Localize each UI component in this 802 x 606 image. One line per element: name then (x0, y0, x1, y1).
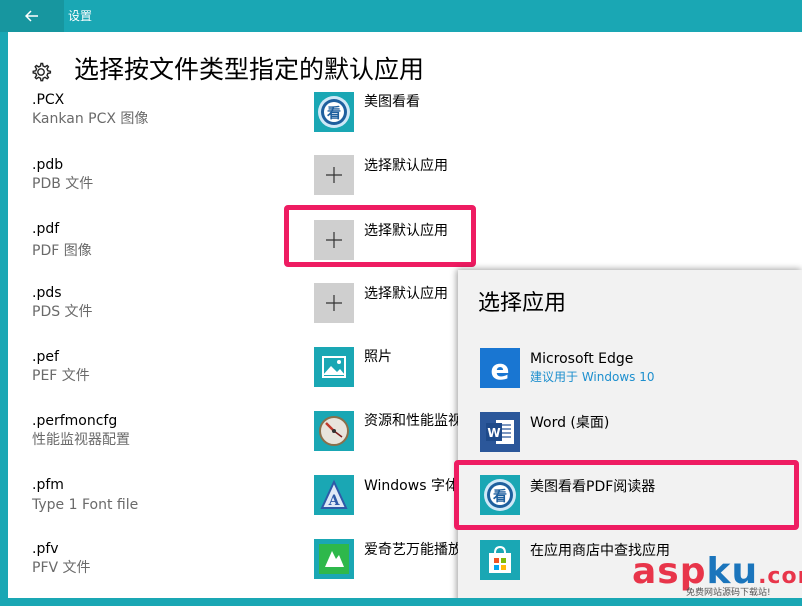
store-icon[interactable] (480, 540, 520, 580)
file-extension: .pef (32, 349, 59, 365)
window-title: 设置 (68, 9, 93, 23)
title-bar: 设置 (0, 0, 802, 32)
back-arrow-icon (25, 10, 38, 22)
file-type-description: PDS 文件 (32, 304, 93, 320)
file-type-description: PFV 文件 (32, 560, 91, 576)
plus-icon[interactable] (314, 283, 354, 323)
highlight-box (454, 460, 799, 530)
watermark-logo: aspku.com 免费网站源码下载站! (632, 552, 802, 599)
window-frame-bottom (0, 598, 802, 606)
iqiyi-icon[interactable] (314, 539, 354, 579)
file-extension: .pdb (32, 157, 64, 173)
file-type-description: PDB 文件 (32, 176, 94, 192)
back-button[interactable] (0, 0, 64, 32)
choose-default-app-button[interactable]: 选择默认应用 (364, 157, 448, 175)
file-type-description: 性能监视器配置 (32, 432, 130, 448)
choose-default-app-button[interactable]: 选择默认应用 (364, 285, 448, 303)
word-icon[interactable]: W (480, 412, 520, 452)
file-extension: .pdf (32, 221, 60, 237)
flyout-app-recommendation: 建议用于 Windows 10 (530, 370, 655, 384)
file-extension: .pfv (32, 541, 59, 557)
gear-icon (32, 62, 52, 82)
svg-text:W: W (487, 426, 500, 440)
svg-text:看: 看 (326, 105, 341, 122)
file-type-description: PDF 图像 (32, 243, 92, 259)
watermark-subtitle: 免费网站源码下载站! (686, 588, 771, 598)
svg-text:e: e (491, 353, 510, 386)
page-title: 选择按文件类型指定的默认应用 (74, 55, 425, 84)
file-extension: .pfm (32, 477, 64, 493)
file-type-description: Kankan PCX 图像 (32, 111, 149, 127)
edge-icon[interactable]: e (480, 348, 520, 388)
font-viewer-icon[interactable]: A (314, 475, 354, 515)
svg-text:A: A (328, 493, 341, 509)
file-type-description: Type 1 Font file (32, 497, 139, 513)
default-app-name[interactable]: 照片 (364, 348, 392, 366)
file-extension: .pds (32, 285, 62, 301)
file-extension: .PCX (32, 92, 65, 108)
flyout-app-name[interactable]: Word (桌面) (530, 414, 609, 432)
default-app-name[interactable]: 美图看看 (364, 93, 420, 111)
perfmon-icon[interactable] (314, 411, 354, 451)
flyout-app-name[interactable]: Microsoft Edge (530, 350, 633, 368)
window-frame-left (0, 32, 8, 606)
file-type-description: PEF 文件 (32, 368, 90, 384)
file-extension: .perfmoncfg (32, 413, 118, 429)
page-header (30, 52, 52, 92)
plus-icon[interactable] (314, 155, 354, 195)
photos-icon[interactable] (314, 347, 354, 387)
flyout-title: 选择应用 (478, 291, 567, 316)
meitu-kankan-icon[interactable]: 看 (314, 92, 354, 132)
highlight-box (284, 205, 476, 267)
